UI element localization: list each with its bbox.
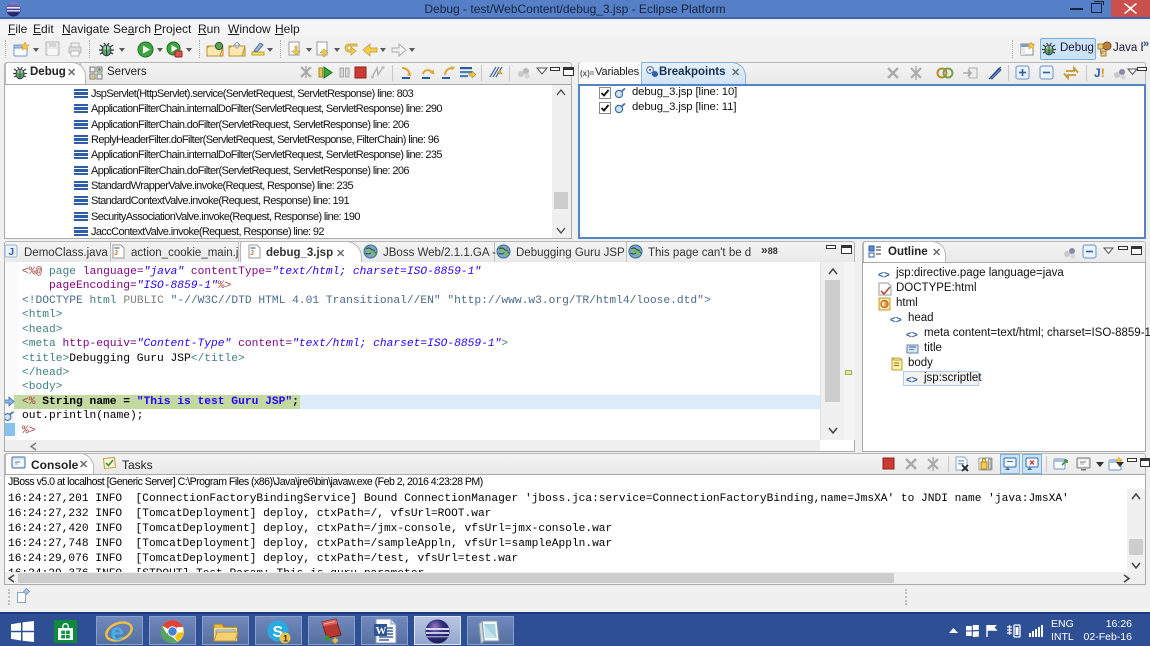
svg-text:<>: <>	[906, 375, 918, 385]
svg-text:W: W	[376, 625, 387, 637]
svg-text:<>: <>	[890, 315, 902, 325]
svg-text:e: e	[111, 620, 124, 646]
svg-text:<>: <>	[906, 330, 918, 340]
svg-text:<>: <>	[878, 270, 890, 280]
svg-text:(x)=: (x)=	[580, 69, 595, 78]
svg-text:J: J	[9, 247, 15, 258]
svg-text:1: 1	[283, 634, 288, 644]
svg-text:J: J	[114, 250, 118, 257]
svg-text:J: J	[250, 250, 254, 257]
